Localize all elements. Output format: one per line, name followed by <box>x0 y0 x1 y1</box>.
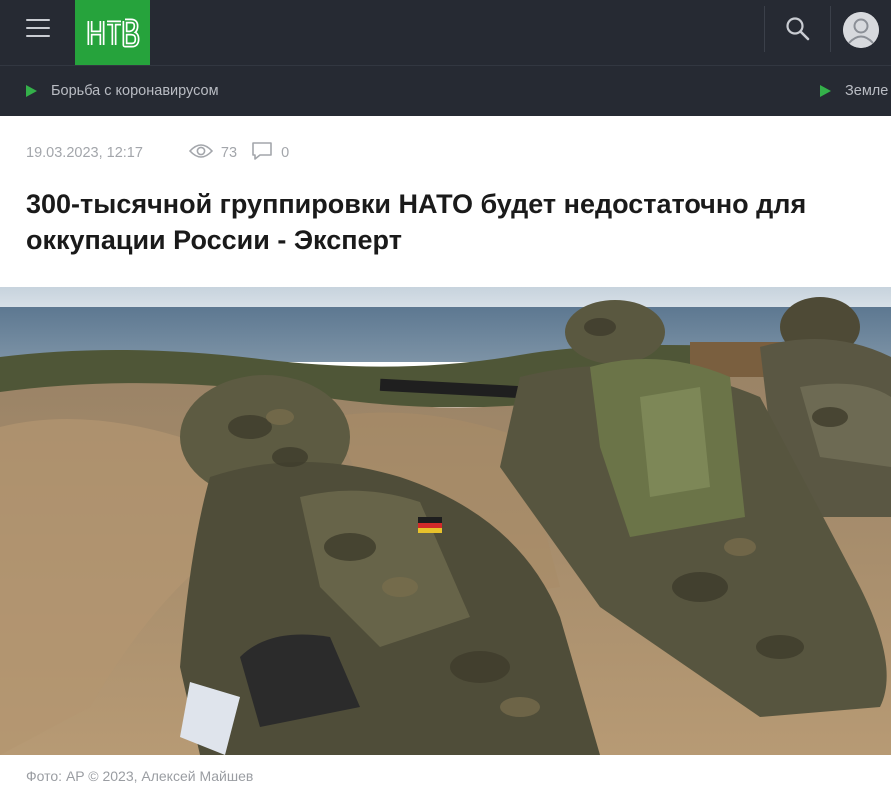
photo-caption: Фото: AP © 2023, Алексей Майшев <box>26 768 254 784</box>
hamburger-menu-icon[interactable] <box>26 17 50 39</box>
ntv-logo-mark <box>87 18 140 48</box>
topic-link-coronavirus[interactable]: Борьба с коронавирусом <box>26 81 219 101</box>
views-count: 73 <box>220 145 238 161</box>
eye-icon <box>188 143 214 163</box>
comments-count[interactable]: 0 <box>281 145 289 161</box>
article-title: 300-тысячной группировки НАТО будет недо… <box>26 189 807 255</box>
user-avatar-icon[interactable] <box>843 12 879 48</box>
play-triangle-icon <box>26 85 37 97</box>
article-meta: 19.03.2023, 12:17 73 0 <box>26 141 289 165</box>
ntv-logo[interactable] <box>75 0 150 65</box>
header-divider <box>830 6 831 52</box>
header-divider <box>764 6 765 52</box>
publish-date: 19.03.2023, 12:17 <box>26 145 143 161</box>
top-navbar <box>0 0 891 65</box>
comment-icon[interactable] <box>251 141 273 165</box>
topic-label: Борьба с коронавирусом <box>51 83 219 99</box>
topic-link-earthquake[interactable]: Земле <box>820 81 888 101</box>
search-icon[interactable] <box>785 16 811 42</box>
topic-label: Земле <box>845 83 889 99</box>
topics-bar: Борьба с коронавирусом Земле <box>0 65 891 116</box>
article-photo <box>0 287 891 755</box>
play-triangle-icon <box>820 85 831 97</box>
soldiers-photo-image <box>0 287 891 755</box>
